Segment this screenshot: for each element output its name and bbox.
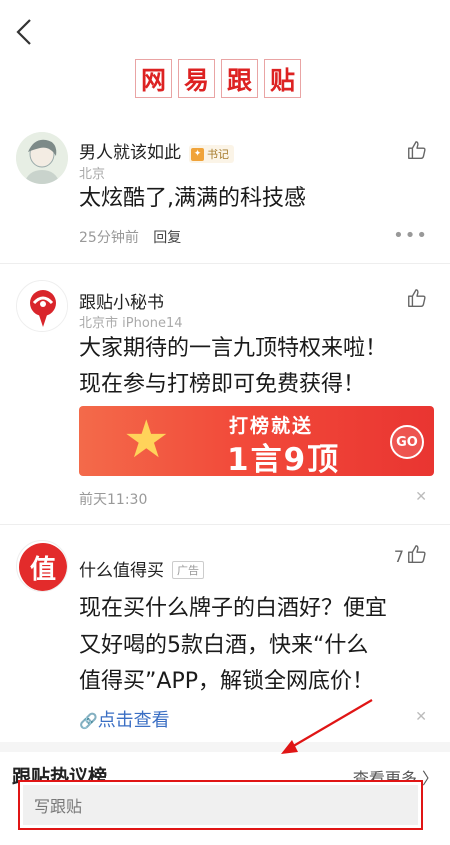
username-row: 什么值得买 广告 — [79, 556, 204, 581]
view-link[interactable]: 🔗点击查看 — [79, 706, 170, 732]
avatar-char: 值 — [29, 554, 56, 585]
avatar[interactable]: 值 — [16, 540, 68, 592]
ad-text-line: 值得买”APP，解锁全网底价！ — [79, 669, 374, 694]
close-icon[interactable]: ✕ — [415, 709, 427, 725]
link-icon: 🔗 — [79, 712, 98, 730]
view-link-label: 点击查看 — [97, 710, 170, 731]
ad-text-line: 又好喝的5款白酒，快来“什么 — [79, 633, 369, 658]
ad-tag: 广告 — [172, 561, 204, 579]
username[interactable]: 什么值得买 — [79, 561, 164, 581]
ad-item: 值 什么值得买 广告 7 现在买什么牌子的白酒好？便宜 又好喝的5款白酒，快来“什… — [0, 0, 450, 740]
like-count: 7 — [393, 547, 404, 566]
comment-composer: 写跟贴 — [18, 780, 423, 830]
thumbs-up-icon[interactable] — [406, 543, 428, 565]
write-comment-input[interactable]: 写跟贴 — [23, 785, 418, 825]
ad-text-line: 现在买什么牌子的白酒好？便宜 — [79, 596, 388, 621]
section-gap — [0, 742, 450, 752]
